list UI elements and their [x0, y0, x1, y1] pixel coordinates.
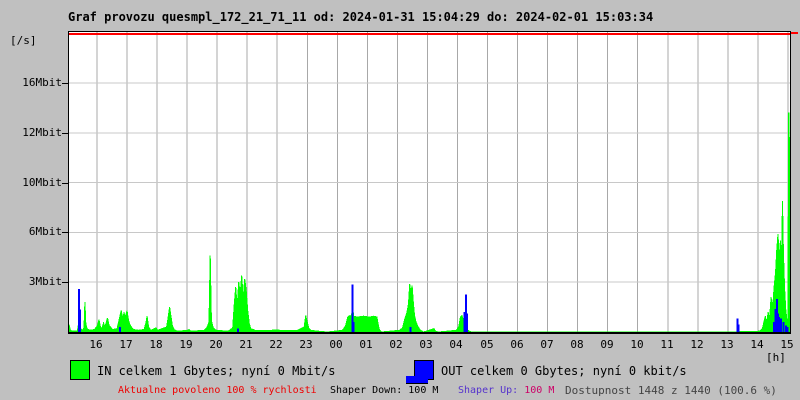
legend-in-label: IN celkem 1 Gbytes; nyní 0 Mbit/s — [97, 364, 335, 378]
y-axis-tick-label: 3Mbit — [2, 276, 62, 287]
y-axis-tick-label: 16Mbit — [2, 77, 62, 88]
x-axis-tick-label: 02 — [389, 339, 402, 351]
legend-out-label: OUT celkem 0 Gbytes; nyní 0 kbit/s — [441, 364, 687, 378]
traffic-graph-canvas — [69, 32, 790, 332]
y-axis-tick-label: 6Mbit — [2, 226, 62, 237]
shaper-down-value-with-marker: 100 — [408, 385, 426, 396]
x-axis-tick-label: 15 — [780, 339, 793, 351]
x-axis-tick-label: 05 — [480, 339, 493, 351]
x-axis-tick-label: 07 — [540, 339, 553, 351]
y-axis: 16Mbit 12Mbit 10Mbit 6Mbit 3Mbit — [0, 0, 68, 340]
y-axis-tick-label: 12Mbit — [2, 127, 62, 138]
shaper-down-label: Shaper Down: — [330, 385, 408, 396]
shaper-up-label: Shaper Up: — [458, 385, 524, 396]
y-axis-tick-label: 10Mbit — [2, 177, 62, 188]
x-axis-tick-label: 18 — [149, 339, 162, 351]
availability-status-text: Dostupnost 1448 z 1440 (100.6 %) — [565, 384, 777, 397]
x-axis-tick-label: 03 — [419, 339, 432, 351]
x-axis-tick-label: 09 — [600, 339, 613, 351]
shaper-down-text: Shaper Down: 100 M — [330, 385, 438, 396]
shaper-up-text: Shaper Up: 100 M — [458, 385, 554, 396]
x-axis-tick-label: 22 — [269, 339, 282, 351]
x-axis-tick-label: 20 — [209, 339, 222, 351]
x-axis-tick-label: 08 — [570, 339, 583, 351]
traffic-graph-plot-area — [68, 31, 791, 334]
x-axis-tick-label: 16 — [89, 339, 102, 351]
allowed-speed-status-text: Aktualne povoleno 100 % rychlosti — [118, 385, 317, 396]
x-axis-tick-label: 00 — [329, 339, 342, 351]
x-axis-tick-label: 10 — [630, 339, 643, 351]
x-axis-tick-label: 19 — [179, 339, 192, 351]
x-axis-tick-label: 14 — [750, 339, 763, 351]
x-axis-tick-label: 04 — [449, 339, 462, 351]
x-axis-tick-label: 13 — [720, 339, 733, 351]
shaper-up-value: 100 M — [524, 385, 554, 396]
x-axis-tick-label: 23 — [299, 339, 312, 351]
limit-line-overflow — [791, 32, 798, 34]
shaper-down-unit: M — [426, 385, 438, 396]
x-axis-tick-label: 06 — [510, 339, 523, 351]
x-axis-tick-label: 17 — [119, 339, 132, 351]
page-title: Graf provozu quesmpl_172_21_71_11 od: 20… — [68, 10, 653, 24]
x-axis-tick-label: 01 — [359, 339, 372, 351]
x-axis-unit-label: [h] — [766, 351, 786, 364]
x-axis-tick-label: 21 — [239, 339, 252, 351]
legend-in-swatch — [70, 360, 90, 380]
x-axis-tick-label: 11 — [660, 339, 673, 351]
x-axis-tick-label: 12 — [690, 339, 703, 351]
x-axis: 16 17 18 19 20 21 22 23 00 01 02 03 04 05 06 07 08 09 10 11… — [68, 339, 791, 353]
